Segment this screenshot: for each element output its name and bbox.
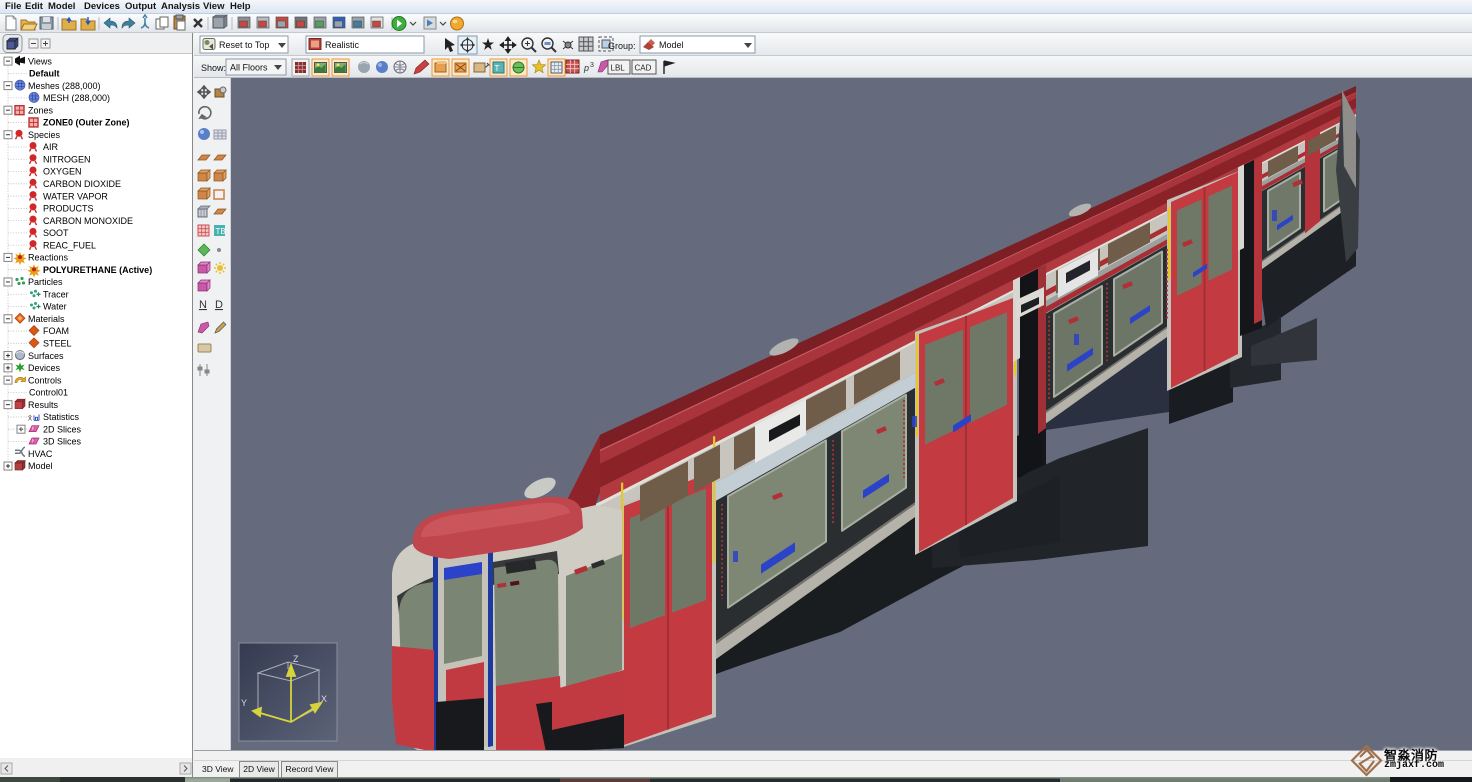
svg-text:Show:: Show: [201,63,226,73]
svg-text:OXYGEN: OXYGEN [43,167,82,177]
svg-text:CARBON DIOXIDE: CARBON DIOXIDE [43,179,121,189]
svg-text:HVAC: HVAC [28,449,53,459]
svg-text:Zones: Zones [28,105,54,115]
svg-text:Realistic: Realistic [325,40,360,50]
svg-text:CAD: CAD [635,64,652,73]
svg-text:ZONE0 (Outer Zone): ZONE0 (Outer Zone) [43,118,130,128]
svg-text:Results: Results [28,400,59,410]
svg-text:All Floors: All Floors [230,63,268,73]
svg-text:Surfaces: Surfaces [28,351,64,361]
svg-text:Water: Water [43,302,67,312]
svg-text:Control01: Control01 [29,388,68,398]
svg-text:Controls: Controls [28,375,62,385]
svg-text:Devices: Devices [28,363,61,373]
svg-text:MESH (288,000): MESH (288,000) [43,93,110,103]
svg-text:CARBON MONOXIDE: CARBON MONOXIDE [43,216,133,226]
svg-text:STEEL: STEEL [43,339,72,349]
svg-text:Statistics: Statistics [43,412,80,422]
svg-text:Reset to Top: Reset to Top [219,40,269,50]
svg-text:PRODUCTS: PRODUCTS [43,204,94,214]
svg-text:Materials: Materials [28,314,65,324]
svg-text:D: D [215,299,223,311]
svg-text:3D Slices: 3D Slices [43,437,82,447]
svg-text:p: p [583,63,589,73]
svg-text:Model: Model [659,40,684,50]
svg-text:WATER VAPOR: WATER VAPOR [43,191,108,201]
svg-text:Z: Z [293,654,299,664]
svg-text:FOAM: FOAM [43,326,69,336]
svg-text:AIR: AIR [43,142,59,152]
svg-text:Particles: Particles [28,277,63,287]
svg-text:Tracer: Tracer [43,289,69,299]
svg-text:2D Slices: 2D Slices [43,424,82,434]
svg-text:T: T [495,64,500,73]
svg-text:Reactions: Reactions [28,253,69,263]
svg-text:N: N [199,299,207,311]
svg-text:X: X [321,694,327,704]
svg-text:x̄: x̄ [28,413,32,422]
svg-text:Group:: Group: [608,41,636,51]
svg-text:3: 3 [590,62,594,69]
svg-text:Y: Y [241,698,247,708]
svg-text:NITROGEN: NITROGEN [43,154,91,164]
svg-text:POLYURETHANE (Active): POLYURETHANE (Active) [43,265,152,275]
svg-text:Views: Views [28,56,52,66]
svg-text:Meshes (288,000): Meshes (288,000) [28,81,101,91]
svg-text:Species: Species [28,130,61,140]
svg-text:TB: TB [216,227,226,236]
svg-text:Default: Default [29,69,60,79]
svg-text:REAC_FUEL: REAC_FUEL [43,240,96,250]
svg-text:LBL: LBL [611,64,626,73]
svg-text:SOOT: SOOT [43,228,69,238]
svg-text:Model: Model [28,461,53,471]
